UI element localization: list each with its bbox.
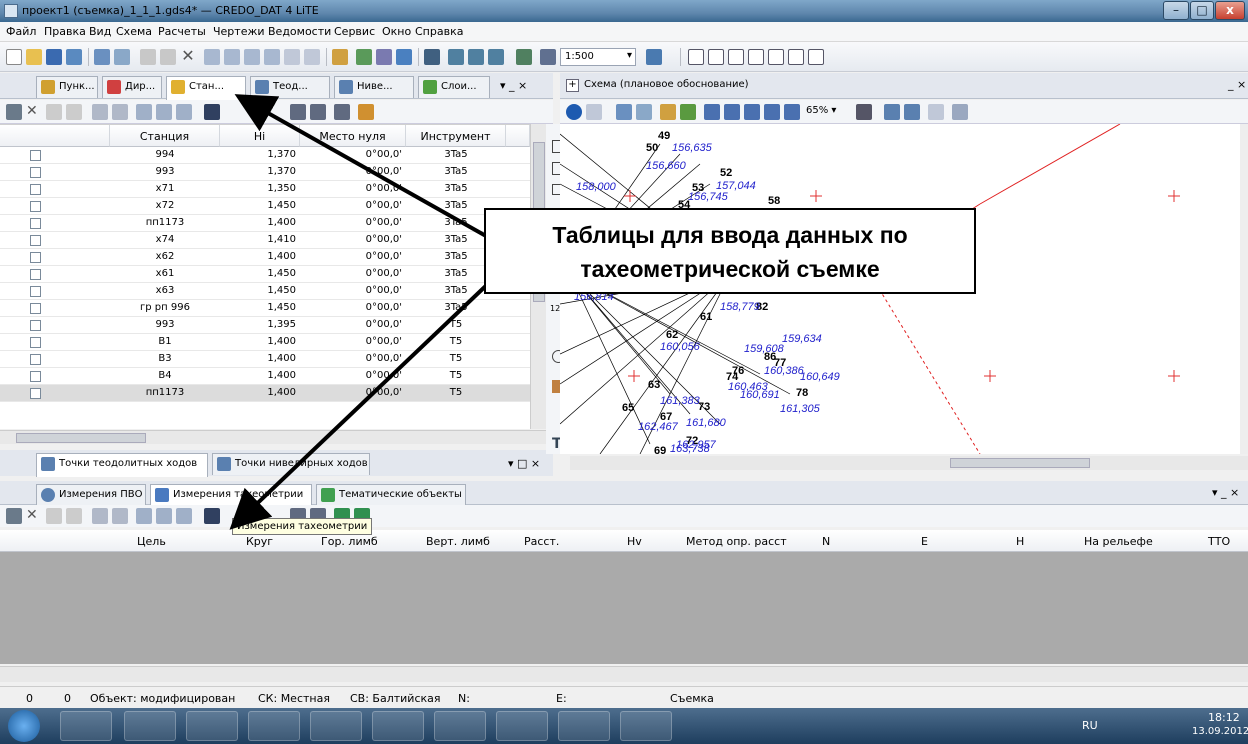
callout-line2: тахеометрической съемке	[580, 256, 880, 282]
annotation-callout: Таблицы для ввода данных по тахеометриче…	[484, 208, 976, 294]
callout-line1: Таблицы для ввода данных по	[552, 222, 908, 248]
annotation-arrows	[229, 94, 494, 530]
